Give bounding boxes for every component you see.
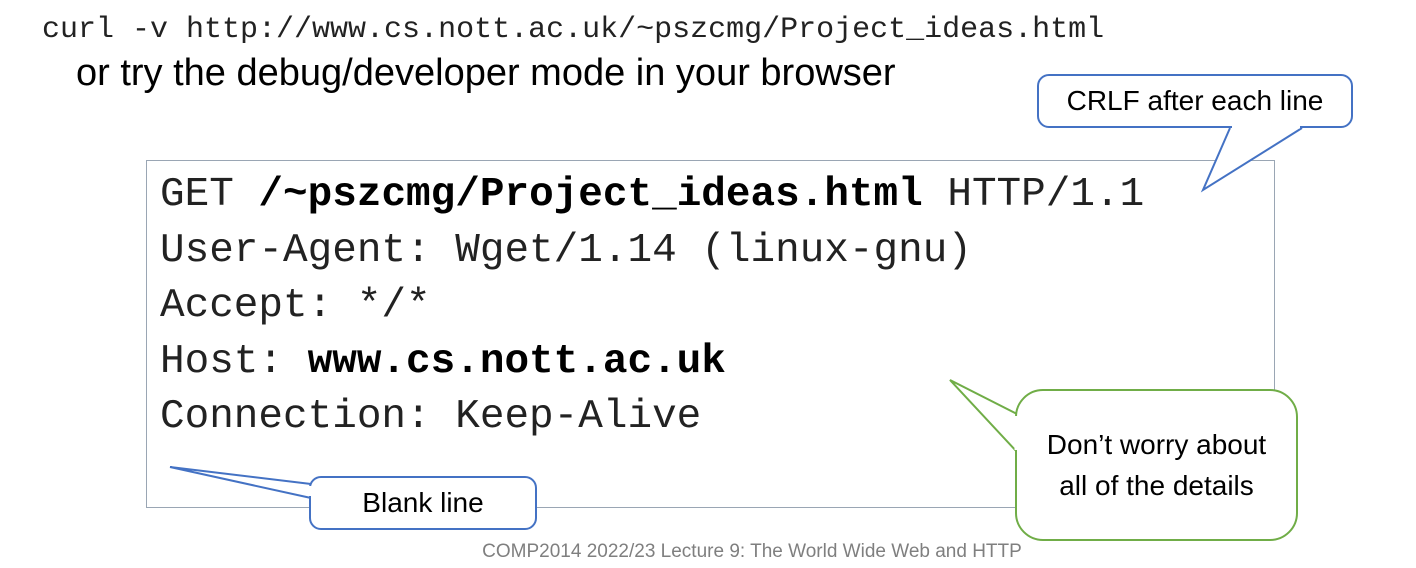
host-header-key: Host: bbox=[160, 339, 308, 385]
host-header: Host: www.cs.nott.ac.uk bbox=[160, 337, 726, 387]
request-path: /~pszcmg/Project_ideas.html bbox=[258, 172, 923, 218]
crlf-callout: CRLF after each line bbox=[1037, 74, 1353, 128]
subtitle: or try the debug/developer mode in your … bbox=[76, 52, 896, 94]
request-line: GET /~pszcmg/Project_ideas.html HTTP/1.1 bbox=[160, 170, 1144, 220]
dont-worry-callout: Don’t worry about all of the details bbox=[1015, 389, 1298, 541]
blank-line-callout: Blank line bbox=[309, 476, 537, 530]
request-method: GET bbox=[160, 172, 259, 218]
curl-command: curl -v http://www.cs.nott.ac.uk/~pszcmg… bbox=[42, 13, 1105, 47]
accept-header: Accept: */* bbox=[160, 283, 431, 329]
host-header-value: www.cs.nott.ac.uk bbox=[307, 339, 726, 385]
slide-footer: COMP2014 2022/23 Lecture 9: The World Wi… bbox=[482, 541, 1022, 562]
request-version: HTTP/1.1 bbox=[922, 172, 1145, 218]
slide: curl -v http://www.cs.nott.ac.uk/~pszcmg… bbox=[0, 0, 1416, 568]
connection-header: Connection: Keep-Alive bbox=[160, 394, 702, 440]
user-agent-header: User-Agent: Wget/1.14 (linux-gnu) bbox=[160, 228, 972, 274]
